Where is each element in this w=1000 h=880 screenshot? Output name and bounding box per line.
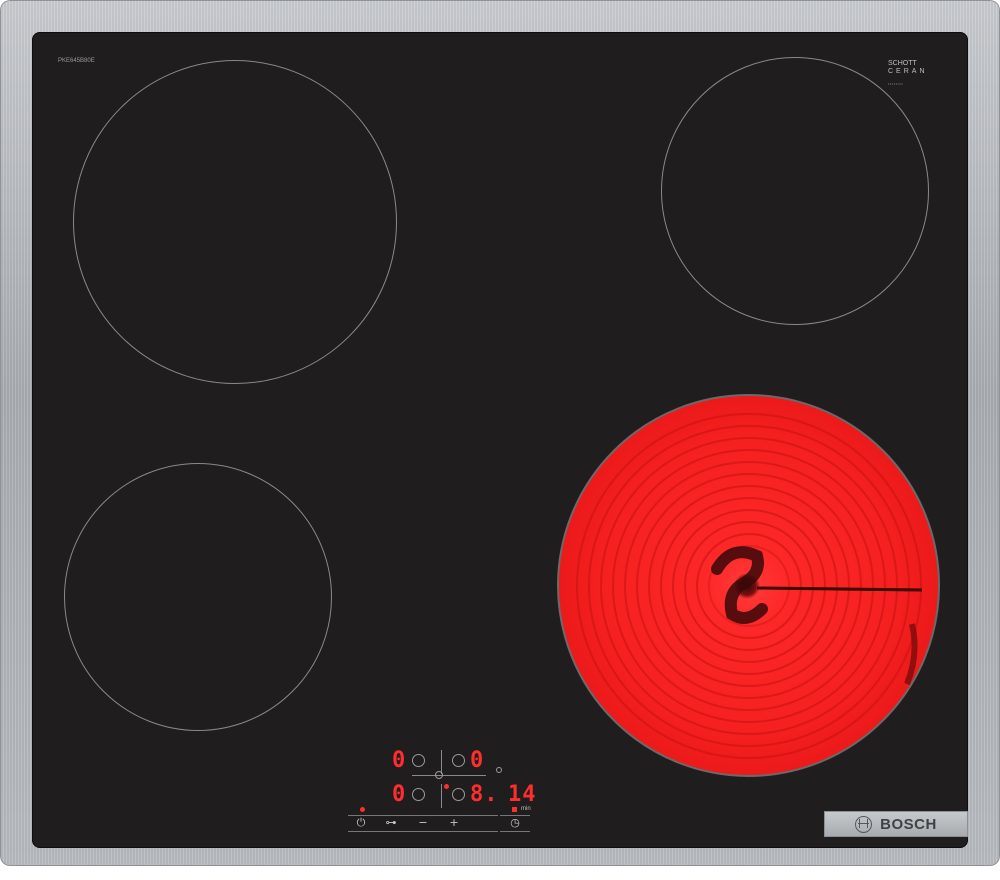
plus-button[interactable]: +: [443, 817, 465, 829]
cooking-zone-rear-left[interactable]: [73, 60, 397, 384]
display-rear-left-level: 0: [392, 748, 407, 773]
cooking-zone-front-left[interactable]: [64, 463, 332, 731]
display-timer: 14: [508, 782, 537, 807]
power-indicator-light: [360, 807, 365, 812]
display-front-right-level: 8.: [470, 782, 499, 807]
timer-indicator-light: [512, 807, 517, 812]
zone-indicator-rear-left-icon: [412, 754, 425, 767]
key-strip-line-bottom: [348, 831, 498, 832]
schott-ceran-logo-line2: CERAN: [888, 68, 928, 75]
display-rear-right-level: 0: [470, 748, 485, 773]
zone-indicator-front-left-icon: [412, 788, 425, 801]
timer-unit-label: min: [521, 806, 531, 812]
cooking-zone-rear-right[interactable]: [661, 57, 929, 325]
touch-control-panel: 0 0 0 8. 14 min ⏻ ⊶ − + ◷: [340, 740, 560, 840]
schott-ceran-logo: SCHOTT CERAN ••••••••: [888, 60, 938, 88]
zone-indicator-front-right-icon: [452, 788, 465, 801]
display-front-left-level: 0: [392, 782, 407, 807]
schott-ceran-code: ••••••••: [888, 81, 904, 86]
timer-center-icon: [435, 771, 443, 779]
zone-selected-dot: [444, 784, 449, 789]
bosch-armature-icon: [855, 815, 873, 833]
minus-button[interactable]: −: [412, 817, 434, 829]
power-button[interactable]: ⏻: [350, 817, 372, 829]
display-divider-line: [412, 775, 486, 776]
childlock-button[interactable]: ⊶: [380, 817, 402, 829]
zone-indicator-rear-right-icon: [452, 754, 465, 767]
model-code: PKE645B80E: [58, 58, 95, 64]
timer-button[interactable]: ◷: [504, 817, 526, 829]
divider: [441, 750, 442, 774]
brand-name: BOSCH: [880, 815, 937, 833]
timer-key-line-bottom: [500, 831, 530, 832]
heating-coil-glow: [576, 413, 923, 759]
divider: [441, 784, 442, 808]
schott-ceran-logo-line1: SCHOTT: [888, 60, 917, 67]
brand-badge: BOSCH: [824, 811, 968, 837]
residual-heat-icon: [496, 767, 502, 773]
